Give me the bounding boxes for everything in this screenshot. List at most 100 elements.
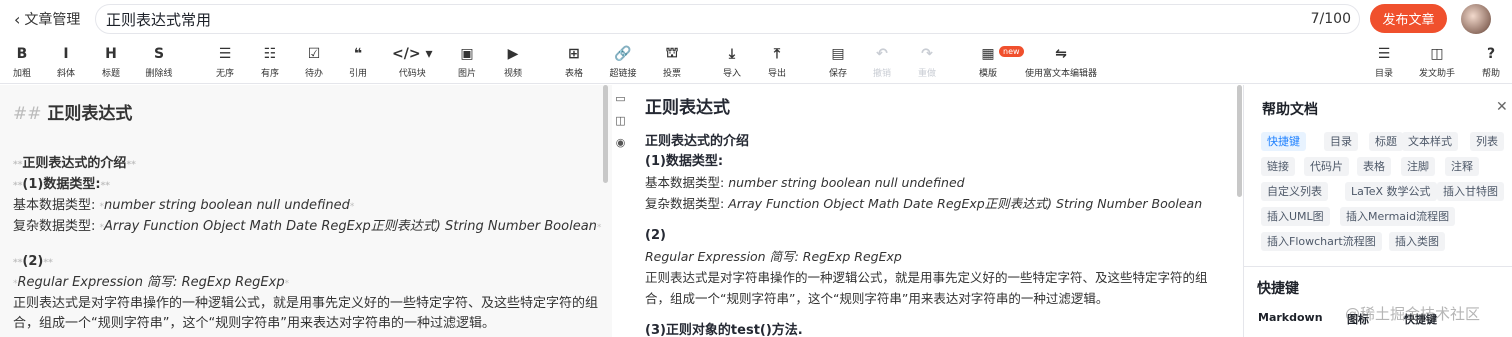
toolbar-label: 表格 xyxy=(565,69,584,79)
toolbar-quote-button[interactable]: ❝ 引用 xyxy=(349,44,367,80)
save-icon: ▤ xyxy=(831,46,845,62)
markdown-editor[interactable]: ## 正则表达式 **正则表达式的介绍** **(1)数据类型:** 基本数据类型:… xyxy=(0,85,612,337)
rich-text-icon: ⇋ xyxy=(1055,46,1067,62)
back-label: 文章管理 xyxy=(24,12,81,28)
line-text: 合，组成一个“规则字符串”，这个“规则字符串”用来表达对字符串的一种过滤逻辑。 xyxy=(13,316,495,331)
preview-basic-types: 基本数据类型: number string boolean null undef… xyxy=(645,172,1238,193)
toolbar-link-button[interactable]: 🔗 超链接 xyxy=(610,44,637,80)
preview-scrollbar[interactable] xyxy=(1237,85,1242,197)
preview-only-icon[interactable]: ◉ xyxy=(614,137,627,149)
toolbar-bold-button[interactable]: B 加粗 xyxy=(13,44,31,80)
article-title-input[interactable]: 正则表达式常用 7/100 xyxy=(95,4,1360,34)
toolbar-template-button[interactable]: ▦ 模版 xyxy=(979,44,997,80)
toolbar-label: 引用 xyxy=(349,69,368,79)
help-tag[interactable]: 目录 xyxy=(1324,132,1358,151)
line-text: (1)数据类型: xyxy=(22,177,101,192)
title-char-count: 7/100 xyxy=(1310,11,1351,27)
complex-value: Array Function Object Math Date RegExp正则… xyxy=(728,196,1203,211)
toolbar-label: 标题 xyxy=(102,69,121,79)
divider xyxy=(1244,266,1512,267)
toolbar-video-button[interactable]: ▶ 视频 xyxy=(504,44,522,80)
help-tag[interactable]: 插入类图 xyxy=(1389,232,1445,251)
markdown-marker: * xyxy=(596,223,602,233)
preview-sub1: (1)数据类型: xyxy=(645,154,724,169)
toolbar-vote-button[interactable]: ⛫ 投票 xyxy=(663,44,681,80)
help-tag[interactable]: 插入Mermaid流程图 xyxy=(1340,207,1456,226)
help-tag[interactable]: 链接 xyxy=(1261,157,1295,176)
split-view-icon[interactable]: ◫ xyxy=(614,115,627,127)
toolbar-label: 加粗 xyxy=(13,69,32,79)
toolbar-italic-button[interactable]: I 斜体 xyxy=(57,44,75,80)
toolbar-label: 模版 xyxy=(979,69,998,79)
help-title: 帮助文档 xyxy=(1262,102,1318,118)
help-tag[interactable]: 插入UML图 xyxy=(1261,207,1330,226)
watermark: @稀土掘金技术社区 xyxy=(1345,305,1481,323)
undo-icon: ↶ xyxy=(876,46,888,62)
toolbar-code-block-button[interactable]: </> ▾ 代码块 xyxy=(392,44,432,80)
markdown-marker: ** xyxy=(13,258,23,268)
help-tag[interactable]: 文本样式 xyxy=(1402,132,1458,151)
help-tag[interactable]: 标题 xyxy=(1369,132,1403,151)
line-text: (2) xyxy=(22,254,44,269)
preview-desc2: 合，组成一个“规则字符串”，这个“规则字符串”用来表达对字符串的一种过滤逻辑。 xyxy=(645,291,1109,306)
toolbar-label: 有序 xyxy=(261,69,280,79)
help-tag[interactable]: 列表 xyxy=(1470,132,1504,151)
markdown-marker: * xyxy=(349,202,355,212)
editor-only-icon[interactable]: ▭ xyxy=(614,93,627,105)
toolbar-ordered-list-button[interactable]: ☷ 有序 xyxy=(261,44,279,80)
toolbar-assistant-button[interactable]: ◫ 发文助手 xyxy=(1419,44,1455,80)
heading-icon: H xyxy=(105,46,117,62)
vote-icon: ⛫ xyxy=(665,45,679,61)
toolbar-save-button[interactable]: ▤ 保存 xyxy=(829,44,847,80)
toolbar-help-button[interactable]: ? 帮助 xyxy=(1482,44,1500,80)
help-tag[interactable]: 插入甘特图 xyxy=(1437,182,1504,201)
toolbar-strikethrough-button[interactable]: S 删除线 xyxy=(146,44,173,80)
toolbar-unordered-list-button[interactable]: ☰ 无序 xyxy=(216,44,234,80)
markdown-preview: 正则表达式 正则表达式的介绍 (1)数据类型: 基本数据类型: number s… xyxy=(630,85,1238,337)
line-label: 复杂数据类型: xyxy=(13,219,100,234)
toolbar-todo-list-button[interactable]: ☑ 待办 xyxy=(305,44,323,80)
help-tag[interactable]: 注释 xyxy=(1445,157,1479,176)
heading-marker: ## xyxy=(13,104,42,124)
help-tag[interactable]: 快捷键 xyxy=(1261,132,1306,151)
markdown-marker: ** xyxy=(13,181,23,191)
help-tag[interactable]: 自定义列表 xyxy=(1261,182,1328,201)
back-to-articles-link[interactable]: ‹ 文章管理 xyxy=(14,8,80,30)
preview-h1: 正则表达式 xyxy=(645,98,730,118)
toolbar-undo-button[interactable]: ↶ 撤销 xyxy=(873,44,891,80)
toolbar-heading-button[interactable]: H 标题 xyxy=(102,44,120,80)
toolbar-label: 代码块 xyxy=(398,69,426,79)
toolbar-label: 导入 xyxy=(723,69,742,79)
toolbar-redo-button[interactable]: ↷ 重做 xyxy=(918,44,936,80)
toolbar-rich-text-button[interactable]: ⇋ 使用富文本编辑器 xyxy=(1025,44,1097,80)
toolbar-import-button[interactable]: ⤓ 导入 xyxy=(723,44,741,80)
line-text: 正则表达式是对字符串操作的一种逻辑公式，就是用事先定义好的一些特定字符、及这些特… xyxy=(13,296,599,311)
chevron-left-icon: ‹ xyxy=(14,9,21,29)
help-tag[interactable]: LaTeX 数学公式 xyxy=(1345,182,1437,201)
markdown-marker: ** xyxy=(43,258,53,268)
toolbar-export-button[interactable]: ⤒ 导出 xyxy=(768,44,786,80)
image-icon: ▣ xyxy=(460,46,474,62)
italic-icon: I xyxy=(63,46,69,62)
toolbar-label: 图片 xyxy=(458,69,477,79)
editor-header: ‹ 文章管理 正则表达式常用 7/100 发布文章 xyxy=(0,0,1512,38)
toolbar-toc-button[interactable]: ☰ 目录 xyxy=(1375,44,1393,80)
editor-scrollbar[interactable] xyxy=(603,85,608,183)
help-tag[interactable]: 表格 xyxy=(1357,157,1391,176)
col-markdown: Markdown xyxy=(1258,311,1323,324)
toolbar-label: 删除线 xyxy=(145,69,173,79)
toolbar-label: 使用富文本编辑器 xyxy=(1025,69,1098,79)
heading-text: 正则表达式 xyxy=(47,104,133,124)
editor-line: **正则表达式的介绍** xyxy=(13,154,612,175)
publish-button[interactable]: 发布文章 xyxy=(1370,4,1447,33)
close-icon[interactable]: ✕ xyxy=(1496,99,1508,115)
toolbar-image-button[interactable]: ▣ 图片 xyxy=(458,44,476,80)
help-tag[interactable]: 插入Flowchart流程图 xyxy=(1261,232,1382,251)
avatar[interactable] xyxy=(1461,4,1491,34)
toolbar-label: 目录 xyxy=(1375,69,1394,79)
toolbar-table-button[interactable]: ⊞ 表格 xyxy=(565,44,583,80)
markdown-marker: ** xyxy=(100,181,110,191)
preview-complex-types: 复杂数据类型: Array Function Object Math Date … xyxy=(645,193,1238,214)
help-tag[interactable]: 注脚 xyxy=(1401,157,1435,176)
help-tag[interactable]: 代码片 xyxy=(1304,157,1349,176)
